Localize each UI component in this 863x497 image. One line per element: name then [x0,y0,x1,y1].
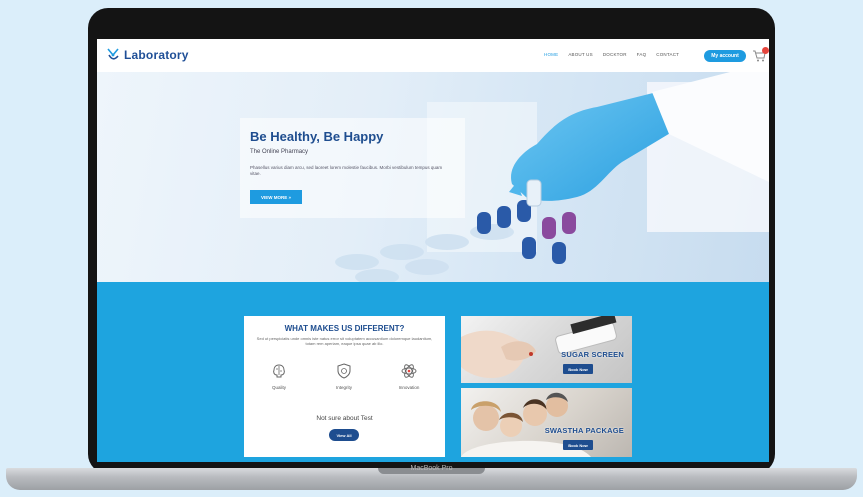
book-now-button[interactable]: Book Now [563,440,593,450]
atom-icon [401,364,417,378]
feature-label: Integrity [335,385,352,390]
cart-count-badge [762,47,769,54]
nav-item-about-us[interactable]: ABOUT US [568,52,593,57]
navbar: Laboratory HOME ABOUT US DOCKTOR FAQ CON… [97,39,769,72]
shield-icon [337,363,351,379]
not-sure-text: Not sure about Test [316,415,373,422]
card-title: WHAT MAKES US DIFFERENT? [284,324,405,333]
hero-title: Be Healthy, Be Happy [250,129,384,144]
promo-sugar-screen[interactable]: SUGAR SCREEN Book Now [461,316,632,383]
feature-quality: Quality [254,363,304,390]
hero-body-text: Phasellus varius diam arcu, sed laoreet … [250,165,443,176]
feature-label: Innovation [398,385,420,390]
logo-icon [107,48,119,60]
promo-title: SUGAR SCREEN [561,350,624,359]
nav-item-home[interactable]: HOME [544,52,558,57]
main-nav: HOME ABOUT US DOCKTOR FAQ CONTACT [544,52,679,57]
nav-item-docktor[interactable]: DOCKTOR [603,52,627,57]
logo-text: Laboratory [124,48,189,62]
feature-innovation: Innovation [384,363,434,390]
promo-title: SWASTHA PACKAGE [544,426,624,435]
website-screen: Laboratory HOME ABOUT US DOCKTOR FAQ CON… [97,39,769,462]
view-all-button[interactable]: View All [329,429,359,441]
brain-icon [273,364,285,378]
my-account-button[interactable]: My account [704,50,746,62]
feature-integrity: Integrity [319,363,369,390]
card-description: Sed ut perspiciatis unde omnis iste natu… [256,336,433,346]
site-logo[interactable]: Laboratory [106,48,189,62]
what-makes-us-different-card: WHAT MAKES US DIFFERENT? Sed ut perspici… [244,316,445,457]
view-more-button[interactable]: VIEW MORE » [250,190,302,204]
nav-item-contact[interactable]: CONTACT [656,52,679,57]
promo-swastha-package[interactable]: SWASTHA PACKAGE Book Now [461,388,632,457]
nav-item-faq[interactable]: FAQ [637,52,647,57]
family-photo-image [461,392,591,457]
device-caption: MacBook Pro [410,465,453,472]
hero-subtitle: The Online Pharmacy [250,149,309,155]
hero-banner: Be Healthy, Be Happy The Online Pharmacy… [97,72,769,282]
services-section: WHAT MAKES US DIFFERENT? Sed ut perspici… [97,282,769,462]
feature-label: Quality [271,385,286,390]
book-now-button[interactable]: Book Now [563,364,593,374]
